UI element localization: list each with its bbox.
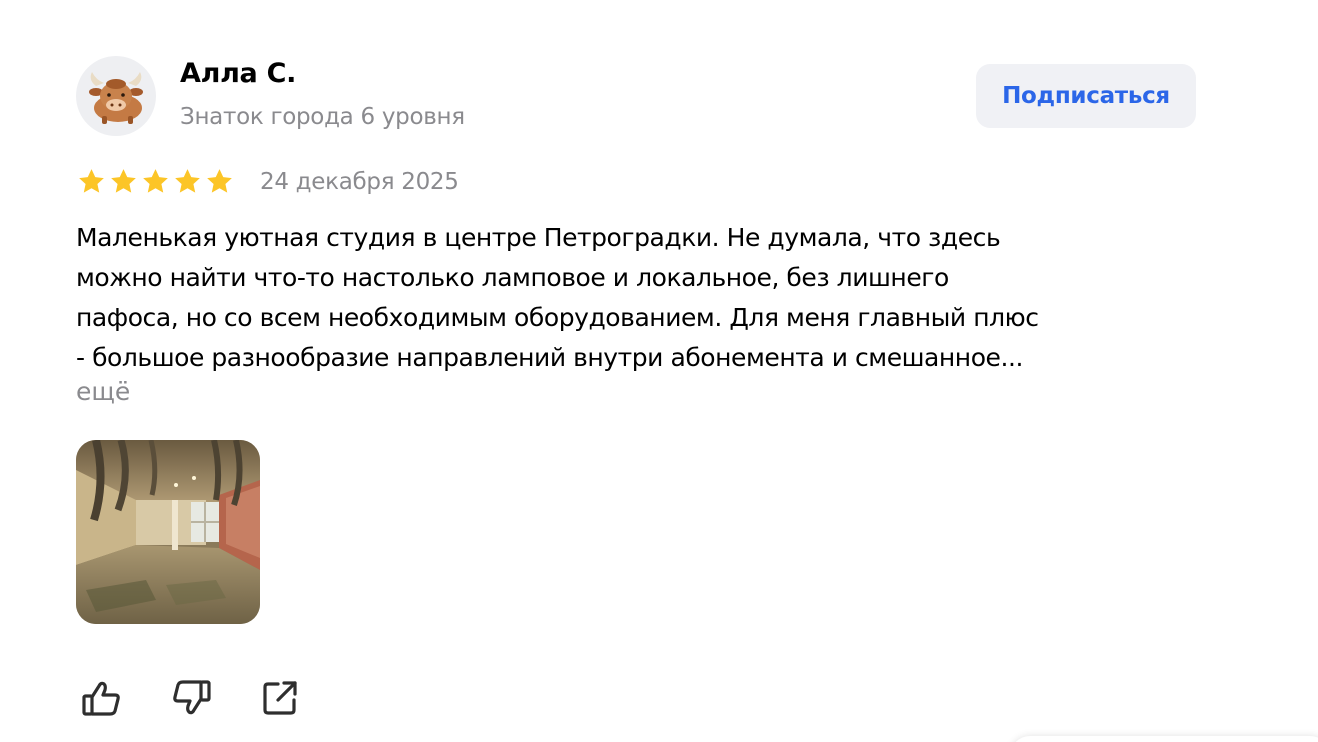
expand-review-link[interactable]: ещё (76, 377, 130, 406)
dislike-button[interactable] (169, 676, 213, 720)
floating-panel-edge (1010, 736, 1318, 742)
star-icon (143, 169, 168, 193)
like-button[interactable] (80, 676, 124, 720)
review-photo[interactable] (76, 440, 260, 624)
share-button[interactable] (258, 676, 302, 720)
thumbs-down-icon (173, 680, 211, 715)
star-icon (207, 169, 232, 193)
rating-stars (77, 167, 234, 196)
star-icon (79, 169, 104, 193)
author-avatar[interactable] (76, 56, 156, 136)
studio-photo-image (76, 440, 260, 624)
thumbs-up-icon (82, 681, 120, 716)
star-icon (111, 169, 136, 193)
review-date: 24 декабря 2025 (260, 169, 459, 195)
star-icon (175, 169, 200, 193)
review-text-line: можно найти что-то настолько ламповое и … (76, 263, 949, 292)
review-text: Маленькая уютная студия в центре Петрогр… (76, 218, 1216, 378)
review-text-line: - большое разнообразие направлений внутр… (76, 343, 1023, 372)
review-card: Алла С. Знаток города 6 уровня Подписать… (0, 0, 1318, 742)
bull-emoji-icon (89, 72, 143, 124)
author-name[interactable]: Алла С. (180, 58, 296, 89)
review-text-line: пафоса, но со всем необходимым оборудова… (76, 303, 1039, 332)
author-level: Знаток города 6 уровня (180, 104, 465, 130)
subscribe-button[interactable]: Подписаться (976, 64, 1196, 128)
review-text-line: Маленькая уютная студия в центре Петрогр… (76, 223, 1001, 252)
share-icon (263, 681, 297, 715)
